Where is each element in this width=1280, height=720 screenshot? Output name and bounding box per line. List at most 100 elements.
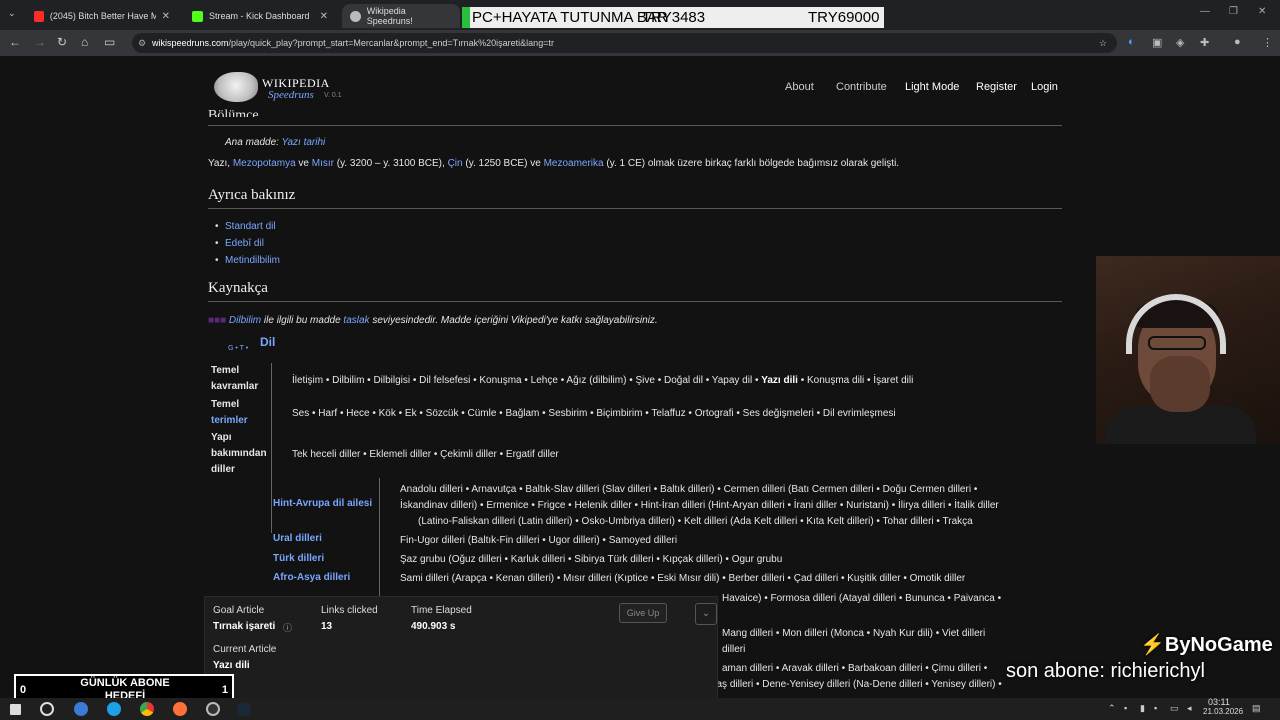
wikipedia-globe-logo[interactable] bbox=[214, 72, 258, 102]
obs-icon[interactable] bbox=[206, 702, 220, 716]
edge-icon[interactable] bbox=[107, 702, 121, 716]
nav-about[interactable]: About bbox=[785, 81, 814, 93]
family-label[interactable]: Türk dilleri bbox=[273, 553, 324, 564]
family-line[interactable]: Mang dilleri • Mon dilleri (Monca • Nyah… bbox=[722, 628, 985, 639]
navbox-title[interactable]: Dil bbox=[260, 335, 275, 349]
family-line[interactable]: aman dilleri • Aravak dilleri • Barbakoa… bbox=[722, 663, 987, 674]
tab-search-icon[interactable]: ⌄ bbox=[8, 8, 16, 19]
time-value: 490.903 s bbox=[411, 621, 456, 632]
family-line[interactable]: Sami dilleri (Arapça • Kenan dilleri) • … bbox=[400, 573, 965, 584]
extension-icon[interactable]: ◐ bbox=[1128, 36, 1135, 48]
link-misir[interactable]: Mısır bbox=[312, 158, 334, 169]
app-icon[interactable] bbox=[74, 702, 88, 716]
tab-kick[interactable]: Stream - Kick Dashboard ✕ bbox=[184, 4, 336, 28]
links[interactable]: Tek heceli diller • Eklemeli diller • bbox=[292, 449, 437, 460]
tray-app-icon[interactable]: ▪ bbox=[1124, 703, 1127, 713]
notification-icon[interactable]: ▤ bbox=[1252, 703, 1261, 714]
minimize-icon[interactable]: — bbox=[1200, 6, 1210, 17]
family-line[interactable]: Fin-Ugor dilleri (Baltık-Fin dilleri • U… bbox=[400, 535, 677, 546]
bookmark-star-icon[interactable]: ☆ bbox=[1099, 33, 1107, 53]
divider bbox=[208, 125, 1062, 126]
text: seviyesindedir. Madde içeriğini Vikipedi… bbox=[372, 315, 658, 326]
home-icon[interactable]: ⌂ bbox=[81, 35, 88, 49]
see-also-link[interactable]: Metindilbilim bbox=[215, 255, 280, 266]
links[interactable]: Ses • Harf • Hece • Kök • Ek • Sözcük • … bbox=[292, 408, 820, 419]
clock-date[interactable]: 21.03.2026 bbox=[1203, 707, 1243, 716]
links[interactable]: İletişim • Dilbilim • Dilbilgisi • Dil f… bbox=[292, 375, 758, 386]
link-mezoamerika[interactable]: Mezoamerika bbox=[544, 158, 604, 169]
windows-start-icon[interactable] bbox=[10, 704, 21, 715]
link-cin[interactable]: Çin bbox=[448, 158, 463, 169]
family-line[interactable]: Havaice) • Formosa dilleri (Atayal dille… bbox=[722, 593, 1001, 604]
webcam-feed bbox=[1096, 256, 1280, 444]
puzzle-icon[interactable]: ✚ bbox=[1200, 36, 1209, 49]
clock-time[interactable]: 03:11 bbox=[1208, 697, 1230, 707]
extension-icon[interactable]: ▣ bbox=[1152, 36, 1162, 49]
text: Çekimli diller • bbox=[440, 449, 504, 460]
family-line[interactable]: Anadolu dilleri • Arnavutça • Baltık-Sla… bbox=[400, 484, 977, 495]
overlay-target: TRY69000 bbox=[808, 9, 880, 26]
info-icon[interactable]: ⓘ bbox=[283, 621, 292, 634]
text: Dil evrimleşmesi bbox=[822, 408, 896, 419]
url-host: wikispeedruns.com bbox=[152, 38, 229, 48]
give-up-button[interactable]: Give Up bbox=[619, 603, 667, 623]
label-part: diller bbox=[211, 464, 235, 475]
tray-app-icon[interactable]: ▪ bbox=[1154, 703, 1157, 713]
nav-light-mode[interactable]: Light Mode bbox=[905, 81, 959, 93]
nav-login[interactable]: Login bbox=[1031, 81, 1058, 93]
nav-register[interactable]: Register bbox=[976, 81, 1017, 93]
see-also-link[interactable]: Edebî dil bbox=[215, 238, 264, 249]
links[interactable]: Ergatif diller bbox=[506, 449, 559, 460]
references-heading: Kaynakça bbox=[208, 280, 268, 296]
tray-chevron-icon[interactable]: ⌃ bbox=[1108, 703, 1116, 714]
text: (y. 1250 BCE) ve bbox=[465, 158, 541, 169]
family-label[interactable]: Hint-Avrupa dil ailesi bbox=[273, 498, 372, 509]
main-article-note: Ana madde: Yazı tarihi bbox=[225, 137, 325, 148]
firefox-icon[interactable] bbox=[173, 702, 187, 716]
split-view-icon[interactable]: ▭ bbox=[104, 35, 115, 49]
main-article-link[interactable]: Yazı tarihi bbox=[282, 137, 326, 148]
navbox-row-content[interactable]: Ses • Harf • Hece • Kök • Ek • Sözcük • … bbox=[292, 408, 896, 419]
label-part: Temel bbox=[211, 399, 240, 410]
links-value: 13 bbox=[321, 621, 333, 632]
shield-icon[interactable]: ◈ bbox=[1176, 36, 1184, 49]
back-icon[interactable]: ← bbox=[9, 35, 21, 49]
url-field[interactable]: ⚙ wikispeedruns.com/play/quick_play?prom… bbox=[132, 33, 1117, 53]
nav-contribute[interactable]: Contribute bbox=[836, 81, 887, 93]
links[interactable]: • Konuşma dili • İşaret dili bbox=[801, 375, 914, 386]
family-label[interactable]: Ural dilleri bbox=[273, 533, 322, 544]
goal-label: Goal Article bbox=[213, 605, 265, 616]
family-line[interactable]: (Latino-Faliskan dilleri (Latin dilleri)… bbox=[418, 516, 973, 527]
family-line[interactable]: İskandinav dilleri) • Ermenice • Frigce … bbox=[400, 500, 999, 511]
search-icon[interactable] bbox=[40, 702, 54, 716]
link-mezopotamya[interactable]: Mezopotamya bbox=[233, 158, 296, 169]
family-label[interactable]: Afro-Asya dilleri bbox=[273, 572, 350, 583]
reload-icon[interactable]: ↻ bbox=[57, 35, 67, 49]
stub-topic-link[interactable]: Dilbilim bbox=[229, 315, 261, 326]
tab-youtube[interactable]: (2045) Bitch Better Have My M ✕ bbox=[26, 4, 178, 28]
profile-avatar[interactable]: ● bbox=[1234, 36, 1241, 48]
maximize-icon[interactable]: ❐ bbox=[1229, 6, 1238, 17]
navbox-row-content[interactable]: İletişim • Dilbilim • Dilbilgisi • Dil f… bbox=[292, 375, 913, 386]
tab-label: Stream - Kick Dashboard bbox=[209, 11, 310, 21]
menu-dots-icon[interactable]: ⋮ bbox=[1262, 36, 1273, 49]
volume-icon[interactable]: ◂ bbox=[1187, 703, 1192, 714]
network-icon[interactable]: ▭ bbox=[1170, 703, 1179, 714]
vte-links[interactable]: G • T • bbox=[228, 345, 248, 352]
family-line[interactable]: Şaz grubu (Oğuz dilleri • Karluk dilleri… bbox=[400, 554, 782, 565]
chrome-icon[interactable] bbox=[140, 702, 154, 716]
forward-icon[interactable]: → bbox=[34, 35, 46, 49]
microphone-icon[interactable]: ▮ bbox=[1140, 703, 1145, 714]
window-close-icon[interactable]: ✕ bbox=[1258, 6, 1266, 17]
navbox-row-content[interactable]: Tek heceli diller • Eklemeli diller • Çe… bbox=[292, 449, 559, 460]
close-icon[interactable]: ✕ bbox=[320, 11, 328, 22]
close-icon[interactable]: ✕ bbox=[162, 11, 170, 22]
family-line[interactable]: dilleri bbox=[722, 644, 745, 655]
stub-link[interactable]: taslak bbox=[343, 315, 369, 326]
steam-icon[interactable] bbox=[237, 702, 251, 716]
tab-wikispeedruns[interactable]: Wikipedia Speedruns! bbox=[342, 4, 460, 28]
chevron-down-icon[interactable]: ⌄ bbox=[695, 603, 717, 625]
see-also-link[interactable]: Standart dil bbox=[215, 221, 276, 232]
label-part[interactable]: terimler bbox=[211, 413, 273, 429]
site-info-icon[interactable]: ⚙ bbox=[138, 33, 146, 53]
